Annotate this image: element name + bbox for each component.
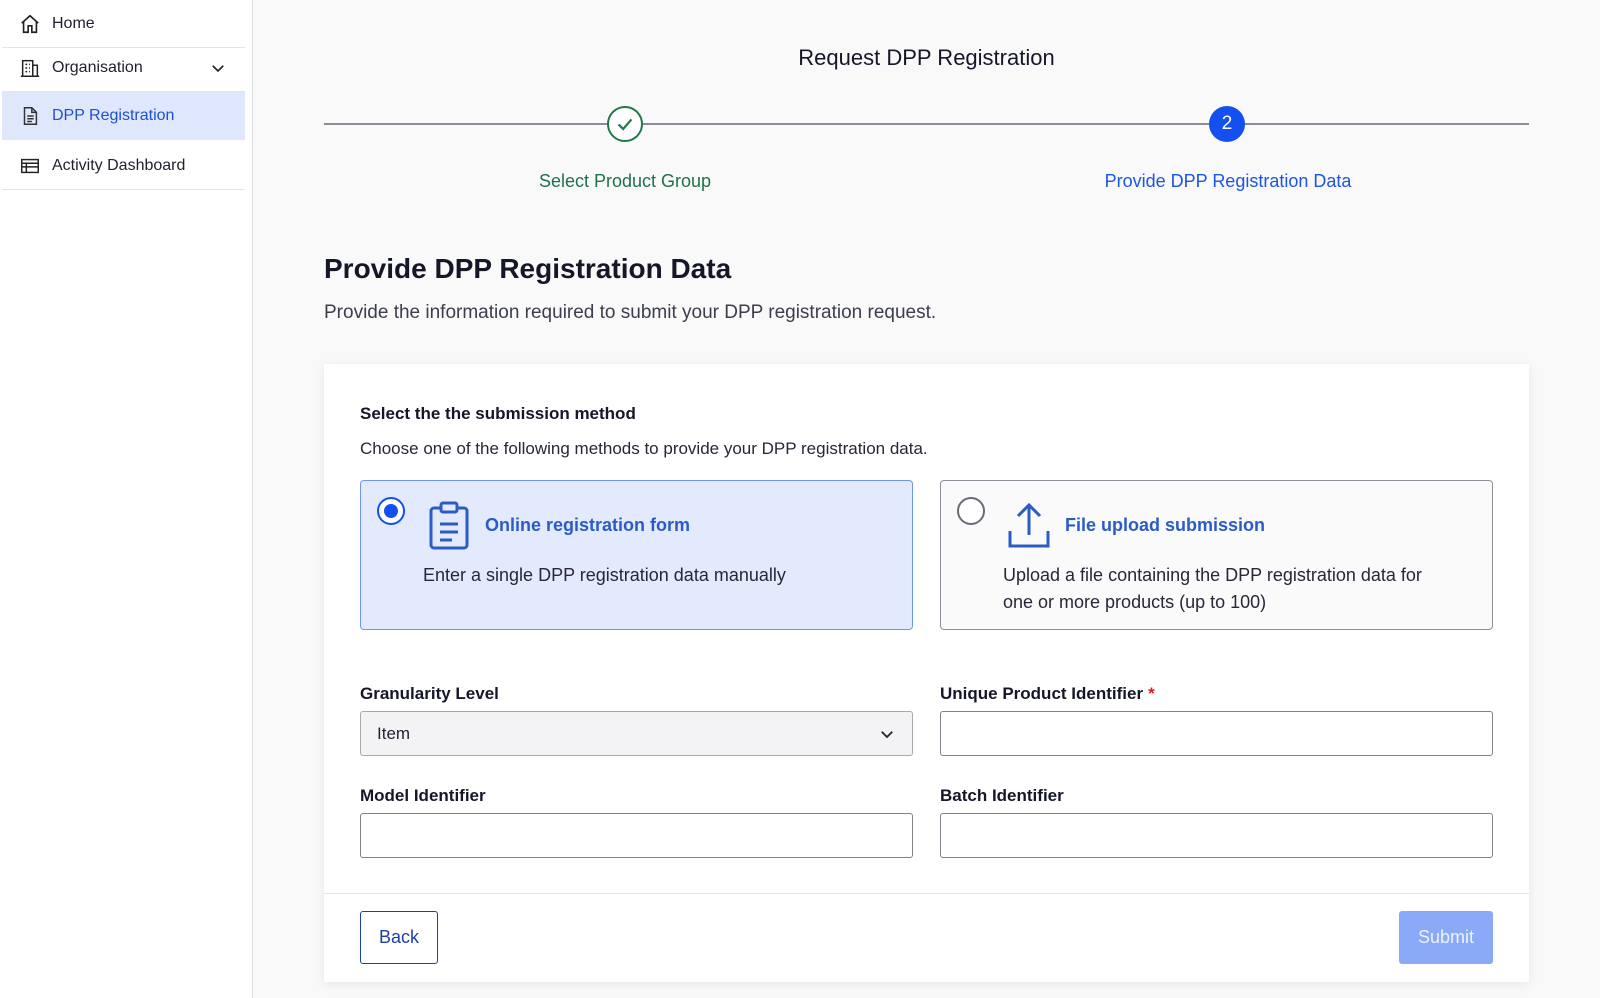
option-title: File upload submission	[1065, 515, 1266, 535]
required-marker: *	[1148, 684, 1155, 703]
option-description: Enter a single DPP registration data man…	[423, 565, 786, 585]
upi-label-text: Unique Product Identifier	[940, 684, 1144, 703]
option-file-upload[interactable]: File upload submission Upload a file con…	[940, 480, 1493, 630]
upload-icon	[1008, 502, 1050, 548]
sidebar-item-label: Activity Dashboard	[52, 156, 186, 174]
sidebar-item-home[interactable]: Home	[2, 0, 245, 48]
step-label-provide-data: Provide DPP Registration Data	[1104, 171, 1352, 191]
option-title: Online registration form	[485, 515, 691, 535]
upi-input[interactable]	[940, 711, 1493, 756]
chevron-down-icon	[881, 731, 893, 739]
sidebar-item-label: Organisation	[52, 58, 143, 76]
radio-online-form[interactable]	[377, 497, 405, 525]
building-icon	[19, 57, 41, 79]
page-title: Request DPP Registration	[798, 45, 1055, 70]
check-icon	[617, 118, 633, 131]
step-label-select-product-group: Select Product Group	[538, 171, 712, 191]
model-identifier-label: Model Identifier	[360, 786, 486, 805]
batch-identifier-input[interactable]	[940, 813, 1493, 858]
option-description-line: Upload a file containing the DPP registr…	[1003, 565, 1422, 585]
step-current-indicator: 2	[1209, 106, 1245, 142]
step-complete-indicator	[607, 106, 643, 142]
home-icon	[19, 13, 41, 35]
clipboard-icon	[429, 501, 469, 550]
upi-label: Unique Product Identifier *	[940, 684, 1155, 704]
option-description: Upload a file containing the DPP registr…	[1003, 562, 1422, 616]
granularity-select[interactable]: Item	[360, 711, 913, 756]
model-identifier-input[interactable]	[360, 813, 913, 858]
stepper-line	[324, 123, 1529, 125]
section-title: Provide DPP Registration Data	[324, 253, 732, 284]
registration-card: Select the the submission method Choose …	[324, 364, 1529, 982]
section-description: Provide the information required to subm…	[324, 302, 937, 323]
document-icon	[19, 105, 41, 127]
back-button[interactable]: Back	[360, 911, 438, 964]
chevron-down-icon[interactable]	[209, 59, 227, 77]
submission-method-hint: Choose one of the following methods to p…	[360, 439, 928, 458]
table-icon	[19, 155, 41, 177]
granularity-label: Granularity Level	[360, 684, 499, 703]
granularity-value: Item	[377, 723, 411, 743]
batch-identifier-label: Batch Identifier	[940, 786, 1064, 805]
sidebar: Home Organisation DPP Registration Activ…	[0, 0, 253, 998]
sidebar-item-label: Home	[52, 14, 95, 32]
sidebar-item-organisation[interactable]: Organisation	[2, 44, 245, 92]
radio-file-upload[interactable]	[957, 497, 985, 525]
divider	[324, 893, 1529, 894]
sidebar-item-activity-dashboard[interactable]: Activity Dashboard	[2, 142, 245, 190]
submit-button[interactable]: Submit	[1399, 911, 1493, 964]
sidebar-item-label: DPP Registration	[52, 107, 175, 124]
option-online-form[interactable]: Online registration form Enter a single …	[360, 480, 913, 630]
submission-method-label: Select the the submission method	[360, 404, 636, 423]
option-description-line: one or more products (up to 100)	[1003, 592, 1267, 612]
sidebar-item-dpp-registration[interactable]: DPP Registration	[2, 92, 245, 140]
